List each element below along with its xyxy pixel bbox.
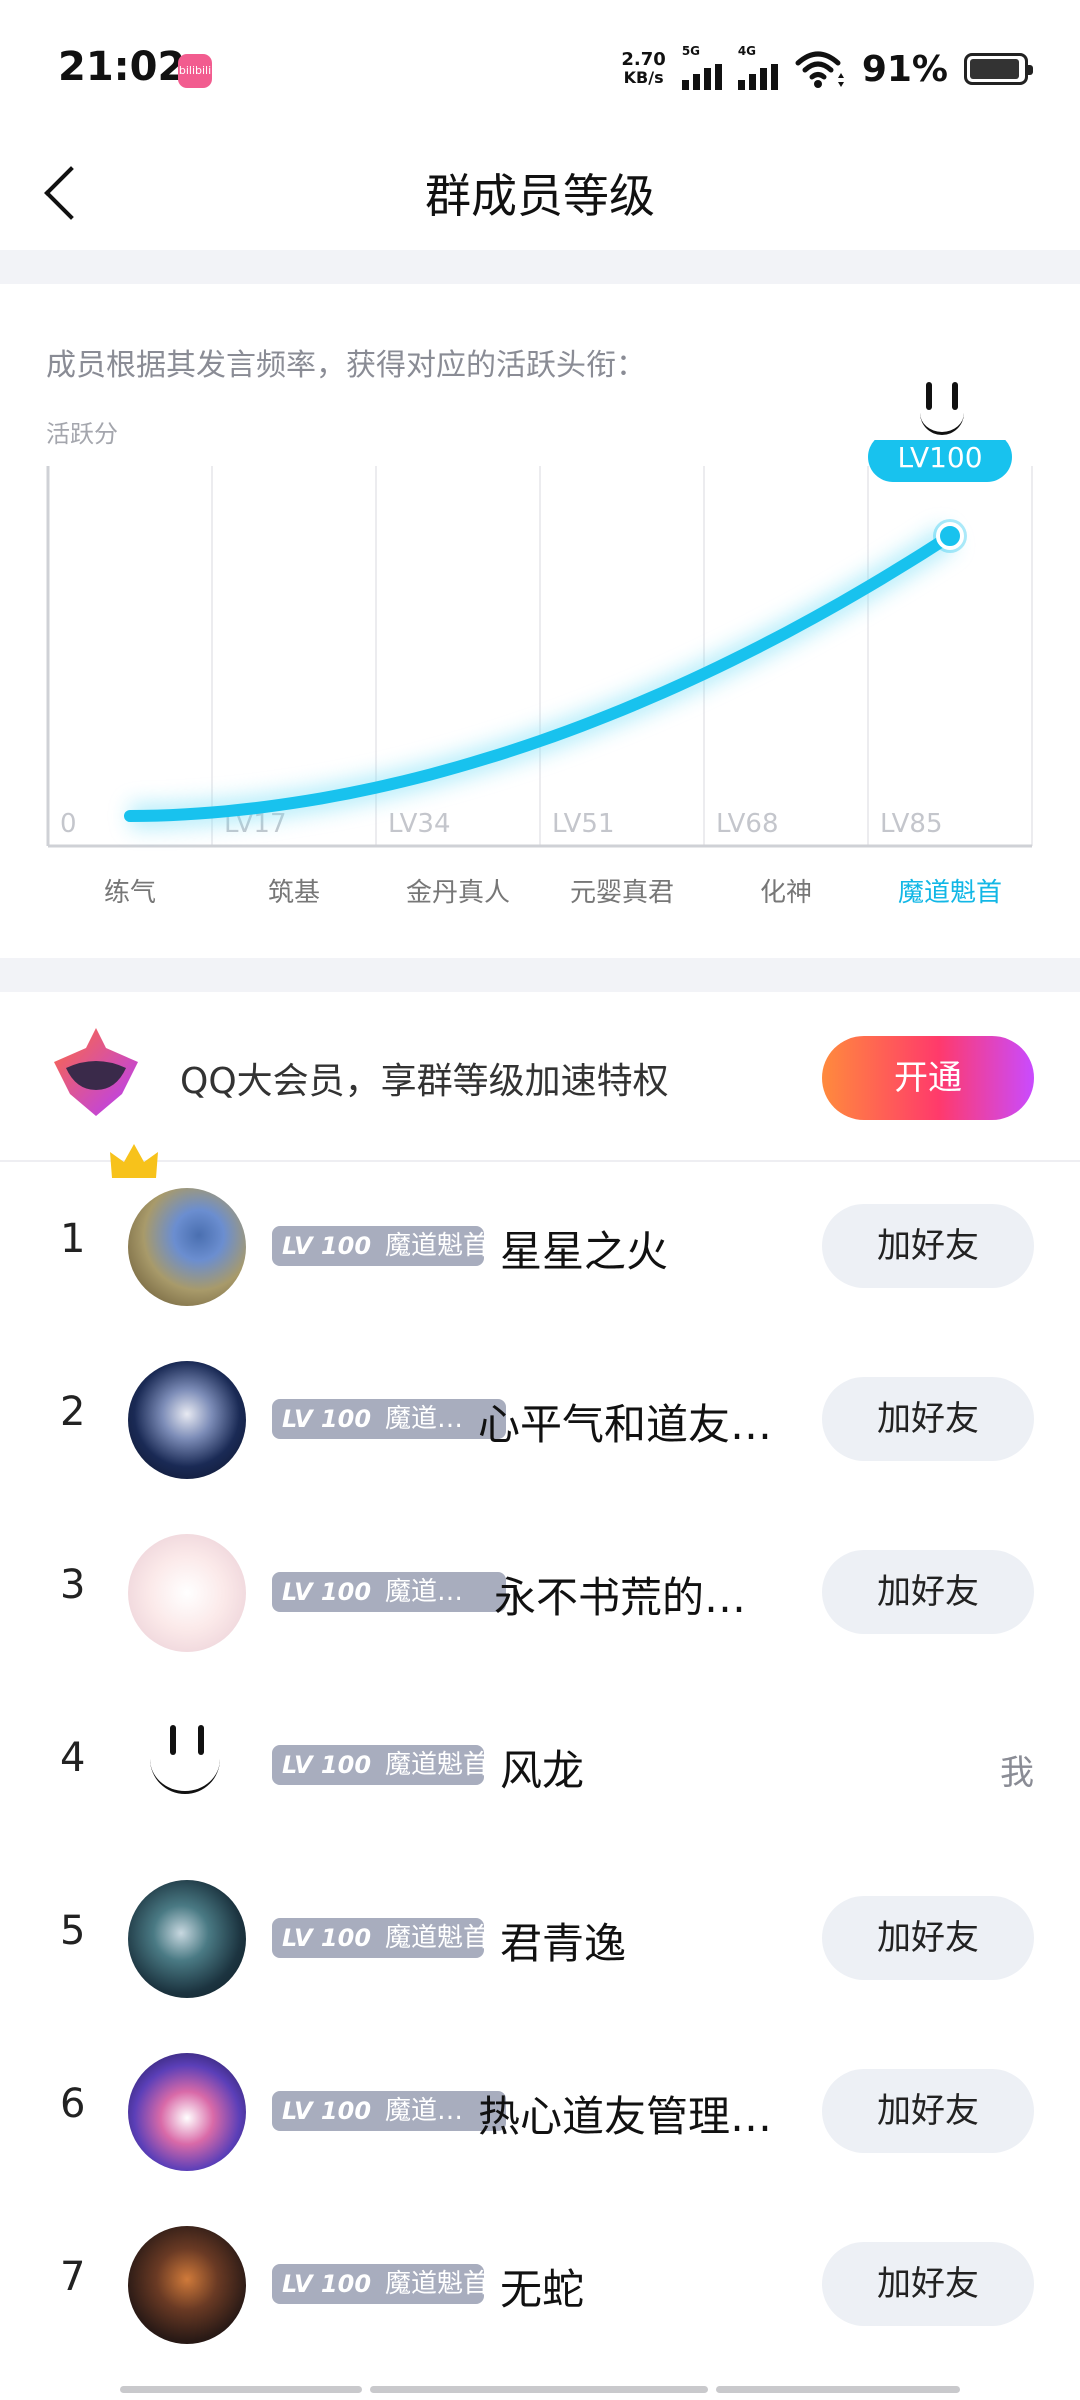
chart-intro-text: 成员根据其发言频率，获得对应的活跃头衔： xyxy=(46,348,646,383)
signal-5g-icon: 5G xyxy=(681,44,722,90)
member-level-badge: LV 100 魔道魁首 xyxy=(272,2264,484,2304)
member-level-title: 魔道… xyxy=(385,1404,464,1434)
member-level-title: 魔道魁首 xyxy=(385,1750,484,1780)
crown-icon xyxy=(110,1144,158,1178)
member-level-title: 魔道魁首 xyxy=(385,2269,484,2299)
member-rank: 7 xyxy=(60,2254,86,2300)
member-row[interactable]: 1 LV 100 魔道魁首 星星之火 加好友 xyxy=(0,1144,1080,1333)
member-level-title: 魔道魁首 xyxy=(385,1231,484,1261)
chart-x-tick-label: 魔道魁首 xyxy=(897,878,1002,908)
activate-vip-button[interactable]: 开通 xyxy=(822,1036,1034,1120)
member-level: LV 100 xyxy=(282,1751,372,1779)
page-title: 群成员等级 xyxy=(425,169,655,223)
member-avatar[interactable] xyxy=(128,2226,246,2344)
chart-x-tick-label: 金丹真人 xyxy=(405,878,510,908)
add-friend-button[interactable]: 加好友 xyxy=(822,1896,1034,1980)
wifi-icon xyxy=(795,51,844,88)
mascot-face-icon xyxy=(900,362,986,448)
chart-level-label: LV34 xyxy=(388,809,451,839)
member-level: LV 100 xyxy=(282,2097,372,2125)
qq-vip-logo-icon xyxy=(54,1028,138,1116)
member-name[interactable]: 星星之火 xyxy=(500,1218,668,1279)
member-rank: 2 xyxy=(60,1389,86,1435)
signal-5g-label: 5G xyxy=(681,44,701,58)
add-friend-button[interactable]: 加好友 xyxy=(822,1377,1034,1461)
chart-level-label: LV68 xyxy=(716,809,779,839)
member-level-badge: LV 100 魔道… xyxy=(272,1399,506,1439)
add-friend-button[interactable]: 加好友 xyxy=(822,1550,1034,1634)
bilibili-app-icon: bilibili xyxy=(178,54,212,88)
member-name[interactable]: 永不书荒的… xyxy=(494,1564,746,1625)
member-avatar[interactable] xyxy=(128,1361,246,1479)
status-bar: 21:02 bilibili 2.70 KB/s 5G 4G 91% xyxy=(0,0,1080,140)
add-friend-button[interactable]: 加好友 xyxy=(822,2242,1034,2326)
member-row[interactable]: 5 LV 100 魔道魁首 君青逸 加好友 xyxy=(0,1852,1080,2025)
member-row[interactable]: 7 LV 100 魔道魁首 无蛇 加好友 xyxy=(0,2198,1080,2371)
vip-promo-row: QQ大会员，享群等级加速特权 开通 xyxy=(0,990,1080,1162)
member-avatar[interactable] xyxy=(128,1188,246,1306)
me-label: 我 xyxy=(1000,1753,1034,1793)
section-divider xyxy=(0,958,1080,992)
member-row[interactable]: 3 LV 100 魔道… 永不书荒的… 加好友 xyxy=(0,1506,1080,1679)
signal-4g-icon: 4G xyxy=(737,44,778,90)
member-level-badge: LV 100 魔道… xyxy=(272,2091,506,2131)
member-name[interactable]: 心平气和道友… xyxy=(478,1391,772,1452)
add-friend-button[interactable]: 加好友 xyxy=(822,2069,1034,2153)
member-rank: 3 xyxy=(60,1562,86,1608)
chart-x-tick-label: 练气 xyxy=(103,878,156,908)
chart-level-label: LV85 xyxy=(880,809,943,839)
chart-current-point xyxy=(936,522,964,550)
vip-promo-text: QQ大会员，享群等级加速特权 xyxy=(180,1061,669,1102)
member-level: LV 100 xyxy=(282,1924,372,1952)
gesture-bar xyxy=(0,2386,1080,2394)
chart-current-level-label: LV100 xyxy=(897,441,982,474)
chart-x-tick-label: 化神 xyxy=(759,878,812,908)
member-level-badge: LV 100 魔道魁首 xyxy=(272,1918,484,1958)
member-level: LV 100 xyxy=(282,1232,372,1260)
member-name[interactable]: 无蛇 xyxy=(500,2256,584,2317)
member-level: LV 100 xyxy=(282,1405,372,1433)
network-speed-unit: KB/s xyxy=(623,68,664,87)
battery-icon xyxy=(964,53,1033,85)
chart-x-tick-label: 筑基 xyxy=(267,878,320,908)
member-level-title: 魔道… xyxy=(385,2096,464,2126)
member-level-badge: LV 100 魔道… xyxy=(272,1572,506,1612)
member-level-title: 魔道… xyxy=(385,1577,464,1607)
network-speed-value: 2.70 xyxy=(621,49,666,70)
status-time: 21:02 xyxy=(58,44,186,90)
chart-x-tick-label: 元婴真君 xyxy=(569,878,674,908)
member-name[interactable]: 风龙 xyxy=(500,1737,584,1798)
network-speed: 2.70 KB/s xyxy=(621,51,665,87)
member-rank: 6 xyxy=(60,2081,86,2127)
member-level-badge: LV 100 魔道魁首 xyxy=(272,1745,484,1785)
member-rank: 5 xyxy=(60,1908,86,1954)
section-divider xyxy=(0,250,1080,284)
nav-bar: 群成员等级 xyxy=(0,140,1080,250)
member-rank: 4 xyxy=(60,1735,86,1781)
member-row[interactable]: 2 LV 100 魔道… 心平气和道友… 加好友 xyxy=(0,1333,1080,1506)
chart-level-label: LV51 xyxy=(552,809,615,839)
battery-percent: 91% xyxy=(861,48,948,90)
member-avatar[interactable] xyxy=(128,1880,246,1998)
member-level-title: 魔道魁首 xyxy=(385,1923,484,1953)
chart-level-label: 0 xyxy=(60,809,77,839)
signal-4g-label: 4G xyxy=(737,44,757,58)
member-rank: 1 xyxy=(60,1216,86,1262)
member-avatar[interactable] xyxy=(128,2053,246,2171)
member-level: LV 100 xyxy=(282,2270,372,2298)
member-name[interactable]: 热心道友管理… xyxy=(478,2083,772,2144)
add-friend-button[interactable]: 加好友 xyxy=(822,1204,1034,1288)
level-chart: 0 LV17 LV34 LV51 LV68 LV85LV100 xyxy=(46,440,1033,848)
member-avatar[interactable] xyxy=(128,1534,246,1652)
member-row[interactable]: 4 LV 100 魔道魁首 风龙 我 xyxy=(0,1679,1080,1852)
member-name[interactable]: 君青逸 xyxy=(500,1910,626,1971)
member-level: LV 100 xyxy=(282,1578,372,1606)
member-level-badge: LV 100 魔道魁首 xyxy=(272,1226,484,1266)
member-avatar[interactable] xyxy=(128,1707,246,1825)
member-row[interactable]: 6 LV 100 魔道… 热心道友管理… 加好友 xyxy=(0,2025,1080,2198)
